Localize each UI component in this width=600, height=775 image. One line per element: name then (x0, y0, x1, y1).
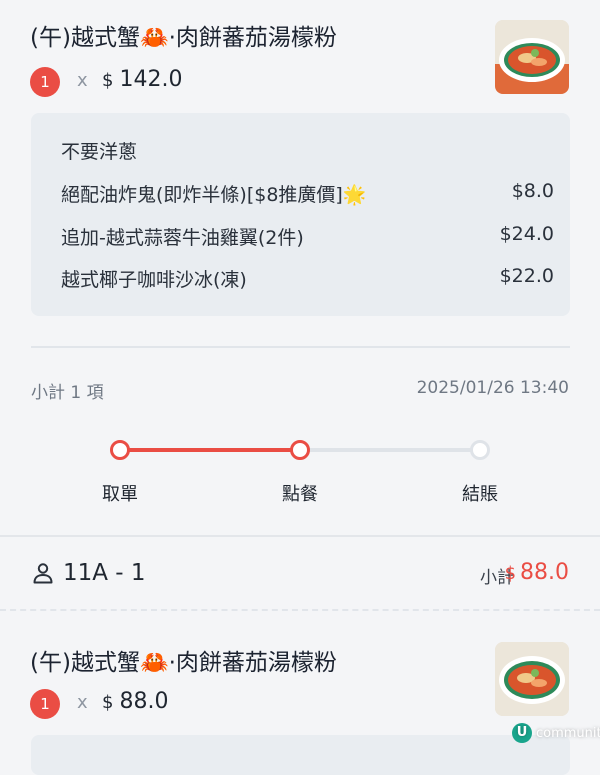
item-title: (午)越式蟹🦀·肉餅蕃茄湯檬粉 (30, 25, 337, 51)
food-thumbnail (495, 20, 569, 94)
item-count-label: 小計 1 項 (31, 383, 104, 403)
subtotal-amount: $88.0 (505, 560, 569, 585)
table-number: 11A - 1 (63, 560, 146, 586)
currency-symbol: $ (102, 692, 114, 713)
option-name: 越式椰子咖啡沙冰(凍) (61, 269, 247, 291)
step-dot-ordering (290, 440, 310, 460)
option-row: 追加-越式蒜蓉牛油雞翼(2件) $24.0 (61, 223, 554, 250)
section-separator (0, 535, 600, 537)
item-price-value: 142.0 (119, 67, 183, 92)
progress-fill (120, 448, 300, 452)
option-price: $22.0 (499, 265, 554, 287)
option-price: $24.0 (499, 223, 554, 245)
watermark-text: community (536, 725, 600, 741)
quantity-badge: 1 (30, 689, 60, 719)
option-price: $8.0 (511, 180, 554, 202)
dashed-divider (0, 609, 600, 611)
item-title: (午)越式蟹🦀·肉餅蕃茄湯檬粉 (30, 650, 337, 676)
currency-symbol: $ (504, 563, 517, 584)
options-box: 不要洋蔥 絕配油炸鬼(即炸半條)[$8推廣價]🌟 $8.0 追加-越式蒜蓉牛油雞… (31, 113, 570, 316)
item-price: $88.0 (102, 689, 168, 714)
option-name: 絕配油炸鬼(即炸半條)[$8推廣價]🌟 (61, 184, 367, 206)
subtotal-value: 88.0 (520, 560, 569, 585)
quantity-badge: 1 (30, 67, 60, 97)
divider (31, 346, 570, 348)
order-item[interactable]: (午)越式蟹🦀·肉餅蕃茄湯檬粉 1 x $88.0 (0, 615, 600, 775)
option-name: 追加-越式蒜蓉牛油雞翼(2件) (61, 227, 304, 249)
order-item[interactable]: (午)越式蟹🦀·肉餅蕃茄湯檬粉 1 x $142.0 不要洋蔥 絕配油炸鬼(即炸… (0, 0, 600, 330)
watermark-logo-icon: U (512, 723, 532, 743)
currency-symbol: $ (102, 70, 114, 91)
options-box (31, 735, 570, 775)
person-icon (33, 563, 53, 584)
multiply-sign: x (77, 692, 88, 713)
item-price-value: 88.0 (119, 689, 169, 714)
item-price: $142.0 (102, 67, 182, 92)
option-row: 絕配油炸鬼(即炸半條)[$8推廣價]🌟 $8.0 (61, 180, 554, 207)
multiply-sign: x (77, 70, 88, 91)
watermark: U community (512, 722, 600, 744)
food-thumbnail (495, 642, 569, 716)
option-row: 越式椰子咖啡沙冰(凍) $22.0 (61, 265, 554, 292)
option-name: 不要洋蔥 (61, 141, 138, 163)
order-timestamp: 2025/01/26 13:40 (416, 378, 569, 398)
step-label-checkout: 結賬 (462, 484, 498, 505)
step-dot-checkout (470, 440, 490, 460)
step-dot-pickup (110, 440, 130, 460)
step-label-pickup: 取單 (102, 484, 138, 505)
option-row: 不要洋蔥 (61, 137, 554, 164)
step-label-ordering: 點餐 (282, 484, 318, 505)
